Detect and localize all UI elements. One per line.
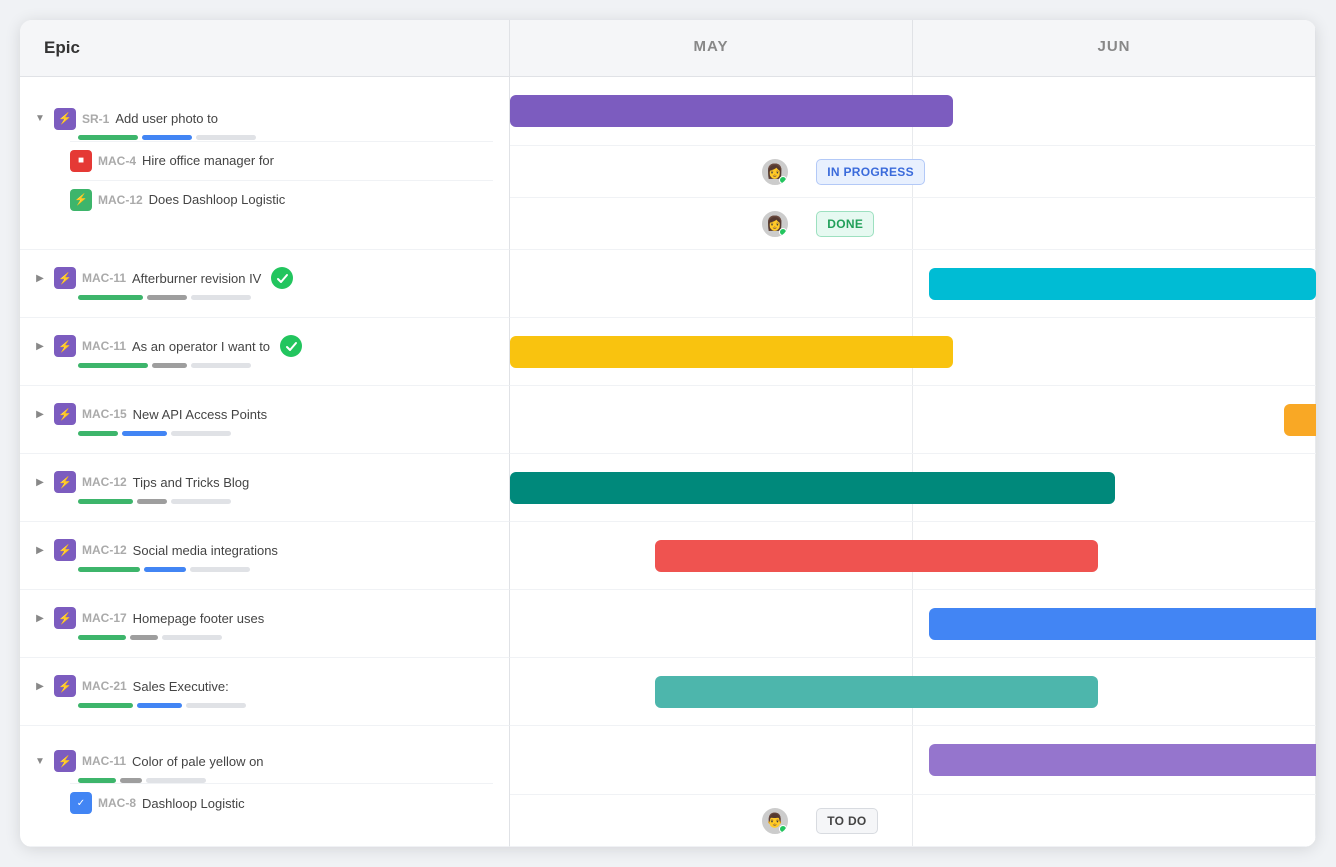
chevron-icon[interactable]: ▶ [32,406,48,422]
epic-cell: ▶ ⚡ MAC-15 New API Access Points [20,386,510,454]
status-badge: TO DO [816,808,877,834]
sub-epic-icon: ■ [70,150,92,172]
epic-cell: ▼ ⚡ MAC-11 Color of pale yellow on ✓ MAC-8 Das… [20,726,510,847]
epic-cell: ▶ ⚡ MAC-17 Homepage footer uses [20,590,510,658]
ticket-id: MAC-17 [82,611,127,625]
epic-cell: ▶ ⚡ MAC-12 Tips and Tricks Blog [20,454,510,522]
epic-cell: ▶ ⚡ MAC-12 Social media integrations [20,522,510,590]
gantt-container: Epic MAY JUN ▼ ⚡ SR-1 Add user photo to ■ MAC… [20,20,1316,847]
sub-epic-row: ✓ MAC-8 Dashloop Logistic [70,783,493,822]
epic-title: Color of pale yellow on [132,754,264,769]
epic-cell: ▼ ⚡ SR-1 Add user photo to ■ MAC-4 Hire office… [20,77,510,250]
sub-ticket-id: MAC-12 [98,193,143,207]
header-months: MAY JUN [510,20,1316,77]
gantt-bar [655,676,1098,708]
chevron-icon[interactable]: ▶ [32,474,48,490]
chevron-icon[interactable]: ▶ [32,270,48,286]
checkmark-icon [280,335,302,357]
chart-cell [510,386,1316,454]
chevron-icon[interactable]: ▶ [32,678,48,694]
status-badge: IN PROGRESS [816,159,925,185]
epic-title: New API Access Points [133,407,267,422]
chart-cell [510,454,1316,522]
epic-title: Tips and Tricks Blog [133,475,250,490]
epic-type-icon: ⚡ [54,539,76,561]
status-badge: DONE [816,211,874,237]
sub-epic-row: ■ MAC-4 Hire office manager for [70,141,493,180]
epic-type-icon: ⚡ [54,750,76,772]
sub-ticket-id: MAC-8 [98,796,136,810]
header-month-may: MAY [510,20,913,76]
chart-cell [510,318,1316,386]
chevron-icon[interactable]: ▼ [32,753,48,769]
epic-title: Homepage footer uses [133,611,265,626]
gantt-bar [929,744,1316,776]
header-month-jun: JUN [913,20,1316,76]
ticket-id: MAC-15 [82,407,127,421]
epic-type-icon: ⚡ [54,607,76,629]
epic-title: Social media integrations [133,543,278,558]
epic-type-icon: ⚡ [54,108,76,130]
sub-epic-icon: ⚡ [70,189,92,211]
ticket-id: MAC-11 [82,754,126,768]
chart-cell: 👨 TO DO [510,726,1316,847]
chevron-icon[interactable]: ▼ [32,111,48,127]
gantt-bar [1284,404,1316,436]
checkmark-icon [271,267,293,289]
ticket-id: MAC-12 [82,543,127,557]
gantt-bar [510,95,953,127]
header-epic: Epic [20,20,510,77]
epic-title: Add user photo to [115,111,218,126]
gantt-bar [510,336,953,368]
chart-cell: 👩 IN PROGRESS 👩 DONE [510,77,1316,250]
epic-type-icon: ⚡ [54,267,76,289]
chart-cell [510,590,1316,658]
sub-ticket-id: MAC-4 [98,154,136,168]
chart-cell [510,658,1316,726]
sub-chart-row: 👩 IN PROGRESS [510,145,1316,197]
epic-type-icon: ⚡ [54,471,76,493]
ticket-id: SR-1 [82,112,109,126]
epic-cell: ▶ ⚡ MAC-11 Afterburner revision IV [20,250,510,318]
ticket-id: MAC-11 [82,271,126,285]
epic-type-icon: ⚡ [54,335,76,357]
chevron-icon[interactable]: ▶ [32,542,48,558]
epic-type-icon: ⚡ [54,675,76,697]
sub-chart-row: 👨 TO DO [510,794,1316,846]
epic-type-icon: ⚡ [54,403,76,425]
sub-epic-row: ⚡ MAC-12 Does Dashloop Logistic [70,180,493,219]
epic-cell: ▶ ⚡ MAC-21 Sales Executive: [20,658,510,726]
epic-cell: ▶ ⚡ MAC-11 As an operator I want to [20,318,510,386]
epic-title: Sales Executive: [133,679,229,694]
chevron-icon[interactable]: ▶ [32,338,48,354]
ticket-id: MAC-21 [82,679,127,693]
sub-epic-title: Hire office manager for [142,153,274,168]
ticket-id: MAC-11 [82,339,126,353]
gantt-bar [929,268,1316,300]
gantt-bar [510,472,1115,504]
gantt-grid: Epic MAY JUN ▼ ⚡ SR-1 Add user photo to ■ MAC… [20,20,1316,847]
ticket-id: MAC-12 [82,475,127,489]
sub-epic-title: Does Dashloop Logistic [149,192,286,207]
sub-chart-row: 👩 DONE [510,197,1316,249]
chart-cell [510,522,1316,590]
sub-epic-title: Dashloop Logistic [142,796,245,811]
sub-epic-icon: ✓ [70,792,92,814]
chart-cell [510,250,1316,318]
epic-title: Afterburner revision IV [132,271,261,286]
chevron-icon[interactable]: ▶ [32,610,48,626]
avatar: 👩 [760,157,790,187]
gantt-bar [929,608,1316,640]
avatar: 👨 [760,806,790,836]
avatar: 👩 [760,209,790,239]
epic-title: As an operator I want to [132,339,270,354]
gantt-bar [655,540,1098,572]
